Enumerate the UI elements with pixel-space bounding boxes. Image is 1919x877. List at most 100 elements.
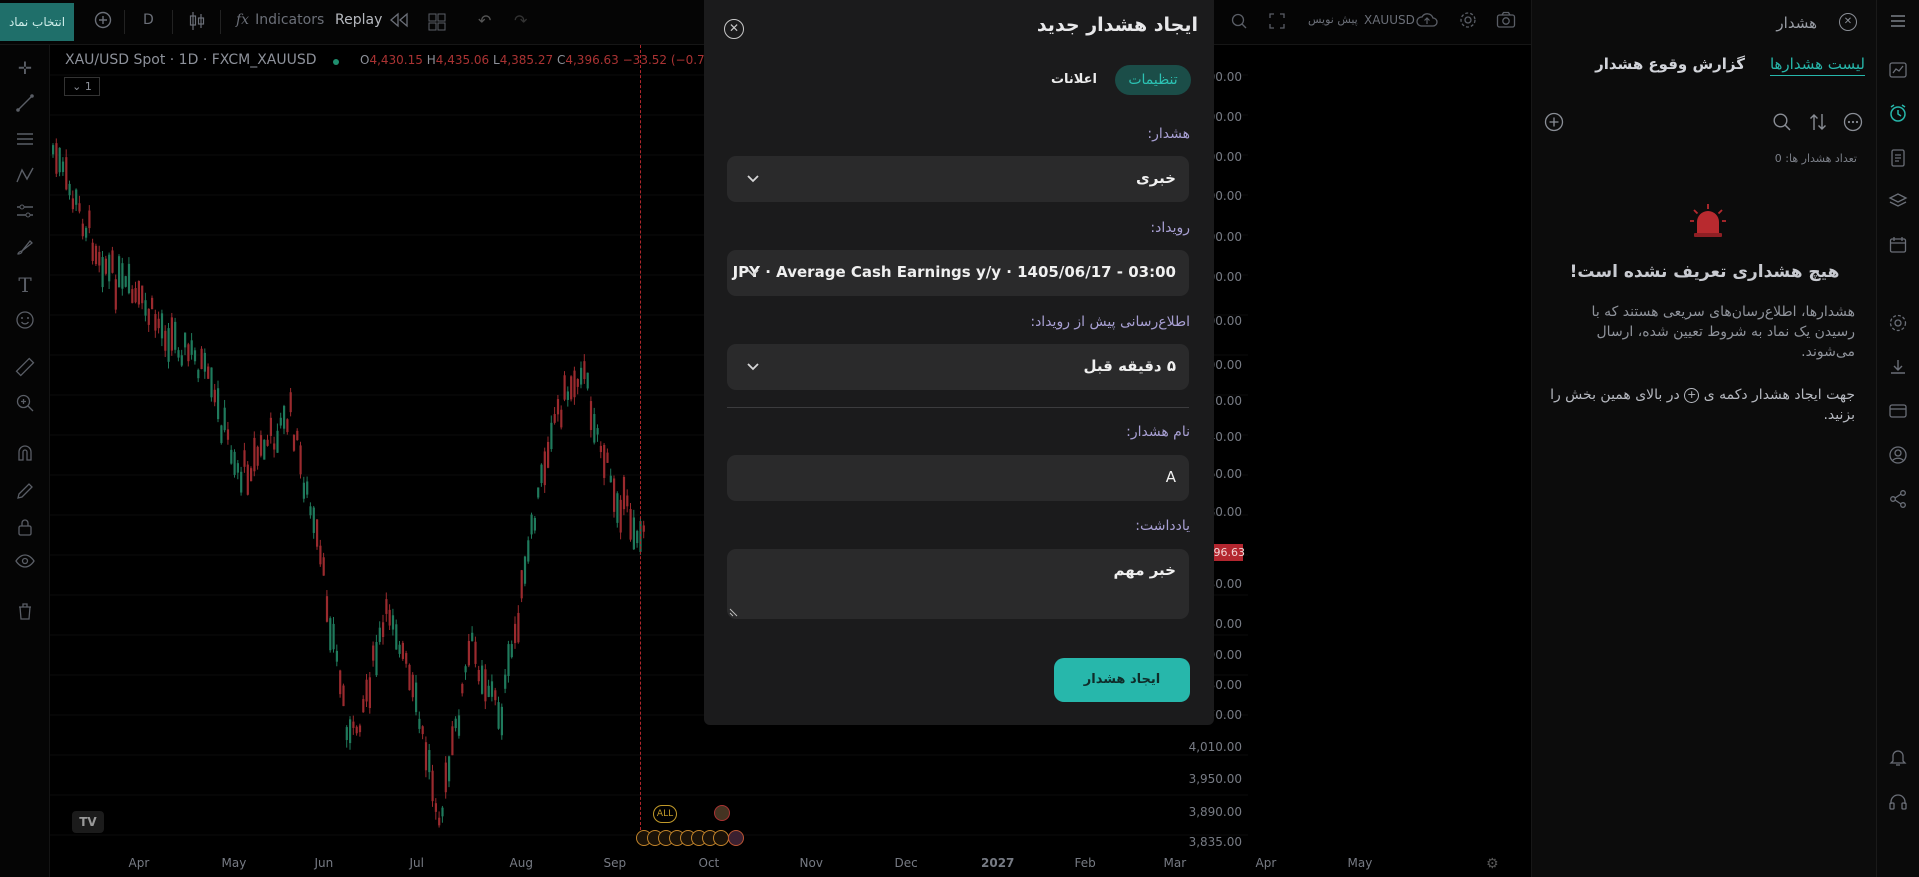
- close-icon[interactable]: ✕: [1839, 13, 1857, 31]
- candle: [345, 725, 348, 748]
- lock-icon[interactable]: [14, 517, 36, 539]
- flag-icon[interactable]: [728, 830, 744, 846]
- symbol-search-button[interactable]: انتخاب نماد: [0, 3, 74, 41]
- forecast-icon[interactable]: [14, 201, 36, 223]
- calendar-icon[interactable]: [1886, 235, 1910, 259]
- candle: [431, 764, 434, 807]
- emoji-icon[interactable]: [14, 310, 36, 332]
- gear-icon[interactable]: [1886, 313, 1910, 337]
- eye-icon[interactable]: [14, 551, 36, 573]
- candle: [332, 616, 335, 653]
- support-headset-icon[interactable]: [1886, 792, 1910, 816]
- indicator-collapse-box[interactable]: ⌄ 1: [64, 77, 100, 96]
- candle-type-icon[interactable]: [188, 10, 206, 32]
- tab-notifications[interactable]: اعلانات: [1039, 65, 1109, 95]
- candle: [408, 663, 411, 691]
- candle: [302, 476, 305, 503]
- candle: [68, 180, 71, 200]
- indicators-button[interactable]: fx Indicators: [236, 12, 324, 28]
- candle: [61, 157, 65, 176]
- fullscreen-icon[interactable]: [1268, 12, 1286, 30]
- alarm-clock-icon[interactable]: [1886, 103, 1910, 127]
- candle: [372, 641, 375, 667]
- download-icon[interactable]: [1886, 357, 1910, 381]
- tab-settings[interactable]: تنظیمات: [1115, 65, 1191, 95]
- undo-icon[interactable]: ↶: [478, 11, 491, 30]
- dialog-title: ایجاد هشدار جدید: [1036, 14, 1198, 36]
- crosshair-zoom-icon[interactable]: [1230, 12, 1248, 30]
- more-options-icon[interactable]: [1843, 112, 1863, 136]
- text-tool-icon[interactable]: T: [14, 274, 36, 296]
- candle: [151, 295, 154, 310]
- alert-name-input[interactable]: A: [727, 455, 1189, 501]
- close-icon[interactable]: ✕: [724, 19, 744, 39]
- tab-alert-list[interactable]: لیست هشدارها: [1769, 55, 1865, 76]
- redo-icon[interactable]: ↷: [514, 11, 527, 30]
- bell-icon[interactable]: [1886, 747, 1910, 771]
- candle: [283, 404, 286, 435]
- add-alert-icon[interactable]: [1544, 112, 1564, 136]
- candle: [632, 509, 635, 550]
- alert-type-select[interactable]: خبری: [727, 156, 1189, 202]
- crosshair-icon[interactable]: ✛: [14, 58, 36, 80]
- magnet-icon[interactable]: [14, 443, 36, 465]
- event-icon[interactable]: [713, 830, 729, 846]
- symbol-name[interactable]: XAUUSD: [1364, 13, 1415, 27]
- share-icon[interactable]: [1886, 489, 1910, 513]
- candle: [454, 716, 457, 732]
- replay-button[interactable]: Replay: [335, 12, 410, 28]
- plus-circle-icon: +: [1684, 387, 1700, 403]
- gear-icon[interactable]: [1459, 11, 1477, 29]
- layers-icon[interactable]: [1886, 191, 1910, 215]
- time-axis-label: May: [221, 856, 247, 870]
- chart-settings-icon[interactable]: ⚙: [1486, 856, 1499, 872]
- candle: [385, 592, 388, 622]
- candle: [190, 333, 193, 360]
- cloud-upload-icon[interactable]: [1416, 11, 1438, 29]
- candle: [299, 441, 302, 479]
- rewind-icon: [390, 12, 409, 28]
- chevron-down-icon: [747, 175, 759, 183]
- edit-pencil-icon[interactable]: [14, 481, 36, 503]
- candle: [642, 520, 645, 539]
- create-alert-button[interactable]: ایجاد هشدار: [1054, 658, 1190, 702]
- candle: [517, 605, 520, 644]
- search-icon[interactable]: [1772, 112, 1792, 136]
- layout-grid-icon[interactable]: [428, 13, 446, 31]
- sort-icon[interactable]: [1808, 112, 1828, 136]
- watchlist-icon[interactable]: [1886, 60, 1910, 84]
- event-select[interactable]: JPY · Average Cash Earnings y/y · 1405/0…: [727, 250, 1189, 296]
- candle: [471, 626, 474, 642]
- candle: [342, 683, 345, 707]
- camera-icon[interactable]: [1496, 11, 1516, 29]
- tab-alert-log[interactable]: گزارش وقوع هشدار: [1595, 55, 1745, 73]
- menu-icon[interactable]: [1886, 12, 1910, 36]
- note-textarea[interactable]: خبر مهم: [727, 549, 1189, 619]
- wallet-icon[interactable]: [1886, 401, 1910, 425]
- candle: [306, 476, 309, 499]
- candle: [514, 616, 517, 649]
- candle: [477, 665, 480, 685]
- interval-button[interactable]: D: [143, 12, 154, 28]
- trash-icon[interactable]: [14, 601, 36, 623]
- notify-before-select[interactable]: ۵ دقیقه قبل: [727, 344, 1189, 390]
- candle: [563, 371, 566, 402]
- candle: [593, 407, 596, 445]
- zoom-in-icon[interactable]: [14, 393, 36, 415]
- flag-icon[interactable]: [714, 805, 730, 821]
- plus-circle-icon: [94, 11, 112, 29]
- pattern-icon[interactable]: [14, 165, 36, 187]
- profile-icon[interactable]: [1886, 445, 1910, 469]
- trend-line-icon[interactable]: [14, 93, 36, 115]
- ruler-icon[interactable]: [14, 357, 36, 379]
- economic-events-row[interactable]: [636, 828, 746, 846]
- time-axis-label: Dec: [894, 856, 918, 870]
- brush-icon[interactable]: [14, 237, 36, 259]
- time-axis[interactable]: Apr May Jun Jul Aug Sep Oct Nov Dec 2027 Feb Mar Apr…: [50, 852, 1373, 877]
- horizontal-lines-icon[interactable]: [14, 129, 36, 151]
- event-badge-all[interactable]: ALL: [653, 805, 677, 823]
- candle: [523, 555, 527, 587]
- add-symbol-icon[interactable]: [94, 11, 112, 29]
- notes-icon[interactable]: [1886, 148, 1910, 172]
- resize-handle-icon[interactable]: [729, 608, 738, 617]
